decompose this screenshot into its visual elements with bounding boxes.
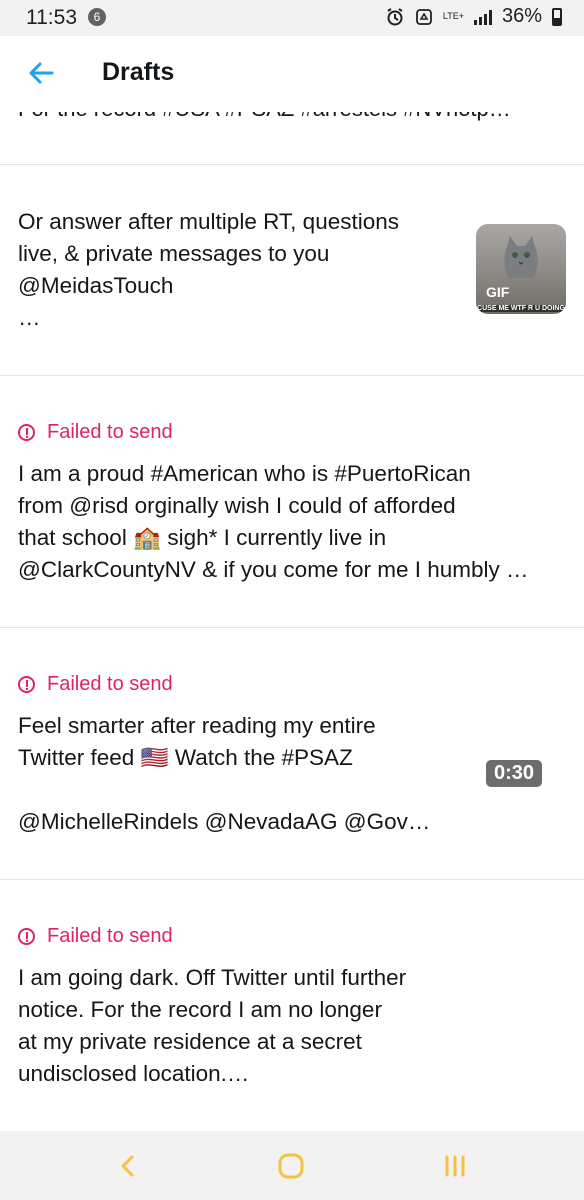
home-icon [278,1153,304,1179]
alarm-icon [387,7,403,25]
system-nav-bar [0,1131,584,1200]
recycle-icon [415,8,432,25]
draft-item[interactable]: Failed to send Feel smarter after readin… [0,628,584,880]
gif-caption: CUSE ME WTF R U DOING [476,305,566,312]
signal-icon [473,9,492,25]
back-arrow-icon[interactable] [24,56,58,90]
failed-status: Failed to send [18,673,173,696]
error-icon [18,424,35,441]
error-icon [18,676,35,693]
draft-text: For the record #USA #PSAZ #arrestels #NV… [18,112,511,122]
failed-label: Failed to send [47,673,173,695]
failed-label: Failed to send [47,925,173,947]
draft-item[interactable]: Failed to send I am going dark. Off Twit… [0,880,584,1130]
video-duration-badge[interactable]: 0:30 [486,760,542,787]
recents-icon [445,1155,465,1177]
draft-item[interactable]: Failed to send I am a proud #American wh… [0,376,584,628]
gif-label: GIF [486,284,510,300]
chevron-left-icon [121,1155,134,1177]
failed-label: Failed to send [47,421,173,443]
draft-text: I am going dark. Off Twitter until furth… [18,965,407,1086]
draft-text: Feel smarter after reading my entire Twi… [18,713,431,834]
cat-image [504,236,538,278]
draft-text: I am a proud #American who is #PuertoRic… [18,461,529,582]
error-icon [18,928,35,945]
draft-text: Or answer after multiple RT, questions l… [18,209,399,330]
battery-icon [552,7,562,26]
status-time: 11:53 [26,6,77,29]
gif-thumbnail[interactable]: GIF CUSE ME WTF R U DOING [476,224,566,314]
nav-home-button[interactable] [271,1151,311,1181]
app-bar: Drafts [0,36,584,112]
network-type: LTE+ [442,11,464,21]
failed-status: Failed to send [18,925,173,948]
battery-percent: 36% [501,5,542,27]
notification-count-badge: 6 [88,8,106,26]
draft-item[interactable]: For the record #USA #PSAZ #arrestels #NV… [0,112,584,165]
nav-back-button[interactable] [107,1151,147,1181]
page-title: Drafts [102,58,175,86]
failed-status: Failed to send [18,421,173,444]
nav-recents-button[interactable] [435,1151,475,1181]
status-bar: 11:53 6 LTE+ 36% [0,0,584,36]
